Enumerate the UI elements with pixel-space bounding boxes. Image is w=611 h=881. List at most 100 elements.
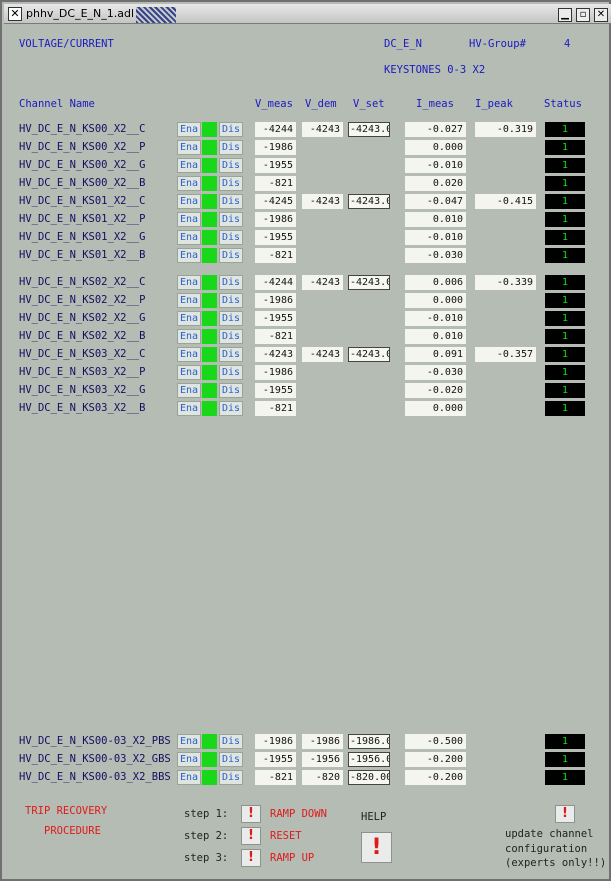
status-indicator: 1 bbox=[545, 275, 585, 290]
disable-button[interactable]: Dis bbox=[219, 383, 243, 398]
channel-name: HV_DC_E_N_KS01_X2__B bbox=[19, 249, 146, 261]
ramp-down-button[interactable]: ! bbox=[241, 805, 261, 823]
enable-button[interactable]: Ena bbox=[177, 401, 201, 416]
channel-name: HV_DC_E_N_KS02_X2__C bbox=[19, 276, 146, 288]
enable-indicator bbox=[202, 194, 217, 209]
enable-button[interactable]: Ena bbox=[177, 329, 201, 344]
v-set-input[interactable]: -4243.0 bbox=[348, 122, 390, 137]
disable-button[interactable]: Dis bbox=[219, 365, 243, 380]
enable-indicator bbox=[202, 230, 217, 245]
v-set-input[interactable]: -4243.0 bbox=[348, 275, 390, 290]
v-set-input[interactable]: -1986.0 bbox=[348, 734, 390, 749]
v-meas-value: -4244 bbox=[255, 122, 296, 137]
step3-label: step 3: bbox=[184, 852, 229, 864]
ramp-up-label: RAMP UP bbox=[270, 852, 315, 864]
enable-button[interactable]: Ena bbox=[177, 293, 201, 308]
channel-name: HV_DC_E_N_KS01_X2__C bbox=[19, 195, 146, 207]
disable-button[interactable]: Dis bbox=[219, 752, 243, 767]
enable-indicator bbox=[202, 347, 217, 362]
status-indicator: 1 bbox=[545, 311, 585, 326]
disable-button[interactable]: Dis bbox=[219, 275, 243, 290]
title-bar[interactable]: ✕ phhv_DC_E_N_1.adl ▁ ▫ ✕ bbox=[4, 4, 611, 24]
i-meas-value: -0.020 bbox=[405, 383, 466, 398]
enable-button[interactable]: Ena bbox=[177, 311, 201, 326]
trip-procedure-label: PROCEDURE bbox=[44, 825, 101, 837]
i-peak-value: -0.319 bbox=[475, 122, 536, 137]
i-peak-value: -0.339 bbox=[475, 275, 536, 290]
disable-button[interactable]: Dis bbox=[219, 347, 243, 362]
disable-button[interactable]: Dis bbox=[219, 248, 243, 263]
disable-button[interactable]: Dis bbox=[219, 293, 243, 308]
disable-button[interactable]: Dis bbox=[219, 212, 243, 227]
disable-button[interactable]: Dis bbox=[219, 230, 243, 245]
enable-indicator bbox=[202, 365, 217, 380]
enable-button[interactable]: Ena bbox=[177, 383, 201, 398]
enable-button[interactable]: Ena bbox=[177, 752, 201, 767]
disable-button[interactable]: Dis bbox=[219, 734, 243, 749]
enable-button[interactable]: Ena bbox=[177, 194, 201, 209]
v-dem-value: -1956 bbox=[302, 752, 343, 767]
disable-button[interactable]: Dis bbox=[219, 329, 243, 344]
v-meas-value: -1955 bbox=[255, 752, 296, 767]
help-label: HELP bbox=[361, 811, 387, 823]
trip-recovery-label: TRIP RECOVERY bbox=[25, 805, 108, 817]
disable-button[interactable]: Dis bbox=[219, 158, 243, 173]
disable-button[interactable]: Dis bbox=[219, 770, 243, 785]
v-set-input[interactable]: -4243.0 bbox=[348, 194, 390, 209]
enable-button[interactable]: Ena bbox=[177, 122, 201, 137]
channel-name: HV_DC_E_N_KS03_X2__G bbox=[19, 384, 146, 396]
close-icon[interactable]: ✕ bbox=[8, 7, 22, 21]
ramp-up-button[interactable]: ! bbox=[241, 849, 261, 867]
enable-indicator bbox=[202, 140, 217, 155]
enable-button[interactable]: Ena bbox=[177, 347, 201, 362]
maximize-button[interactable]: ▫ bbox=[576, 8, 590, 22]
v-dem-value: -4243 bbox=[302, 194, 343, 209]
disable-button[interactable]: Dis bbox=[219, 194, 243, 209]
disable-button[interactable]: Dis bbox=[219, 122, 243, 137]
step2-label: step 2: bbox=[184, 830, 229, 842]
help-button[interactable]: ! bbox=[361, 832, 392, 863]
column-header-i-peak: I_peak bbox=[475, 98, 513, 110]
enable-button[interactable]: Ena bbox=[177, 176, 201, 191]
v-set-input[interactable]: -4243.0 bbox=[348, 347, 390, 362]
minimize-button[interactable]: ▁ bbox=[558, 8, 572, 22]
v-meas-value: -1955 bbox=[255, 230, 296, 245]
enable-button[interactable]: Ena bbox=[177, 230, 201, 245]
v-meas-value: -4244 bbox=[255, 275, 296, 290]
v-set-input[interactable]: -1956.0 bbox=[348, 752, 390, 767]
status-indicator: 1 bbox=[545, 158, 585, 173]
enable-button[interactable]: Ena bbox=[177, 770, 201, 785]
i-meas-value: 0.000 bbox=[405, 401, 466, 416]
disable-button[interactable]: Dis bbox=[219, 311, 243, 326]
channel-name: HV_DC_E_N_KS02_X2__G bbox=[19, 312, 146, 324]
step1-label: step 1: bbox=[184, 808, 229, 820]
subtitle: KEYSTONES 0-3 X2 bbox=[384, 64, 486, 76]
reset-button[interactable]: ! bbox=[241, 827, 261, 845]
channel-name: HV_DC_E_N_KS00_X2__G bbox=[19, 159, 146, 171]
status-indicator: 1 bbox=[545, 734, 585, 749]
enable-indicator bbox=[202, 293, 217, 308]
v-meas-value: -1986 bbox=[255, 734, 296, 749]
disable-button[interactable]: Dis bbox=[219, 401, 243, 416]
v-meas-value: -1986 bbox=[255, 212, 296, 227]
update-config-button[interactable]: ! bbox=[555, 805, 575, 823]
v-meas-value: -1986 bbox=[255, 293, 296, 308]
i-peak-value: -0.415 bbox=[475, 194, 536, 209]
enable-button[interactable]: Ena bbox=[177, 734, 201, 749]
enable-button[interactable]: Ena bbox=[177, 212, 201, 227]
enable-button[interactable]: Ena bbox=[177, 140, 201, 155]
i-meas-value: -0.030 bbox=[405, 248, 466, 263]
disable-button[interactable]: Dis bbox=[219, 176, 243, 191]
disable-button[interactable]: Dis bbox=[219, 140, 243, 155]
v-meas-value: -821 bbox=[255, 176, 296, 191]
v-meas-value: -821 bbox=[255, 248, 296, 263]
enable-button[interactable]: Ena bbox=[177, 275, 201, 290]
window-close-button[interactable]: ✕ bbox=[594, 8, 608, 22]
enable-button[interactable]: Ena bbox=[177, 365, 201, 380]
reset-label: RESET bbox=[270, 830, 302, 842]
enable-button[interactable]: Ena bbox=[177, 248, 201, 263]
hv-group-value: 4 bbox=[564, 38, 571, 50]
enable-button[interactable]: Ena bbox=[177, 158, 201, 173]
column-header-v-meas: V_meas bbox=[255, 98, 293, 110]
v-set-input[interactable]: -820.00 bbox=[348, 770, 390, 785]
